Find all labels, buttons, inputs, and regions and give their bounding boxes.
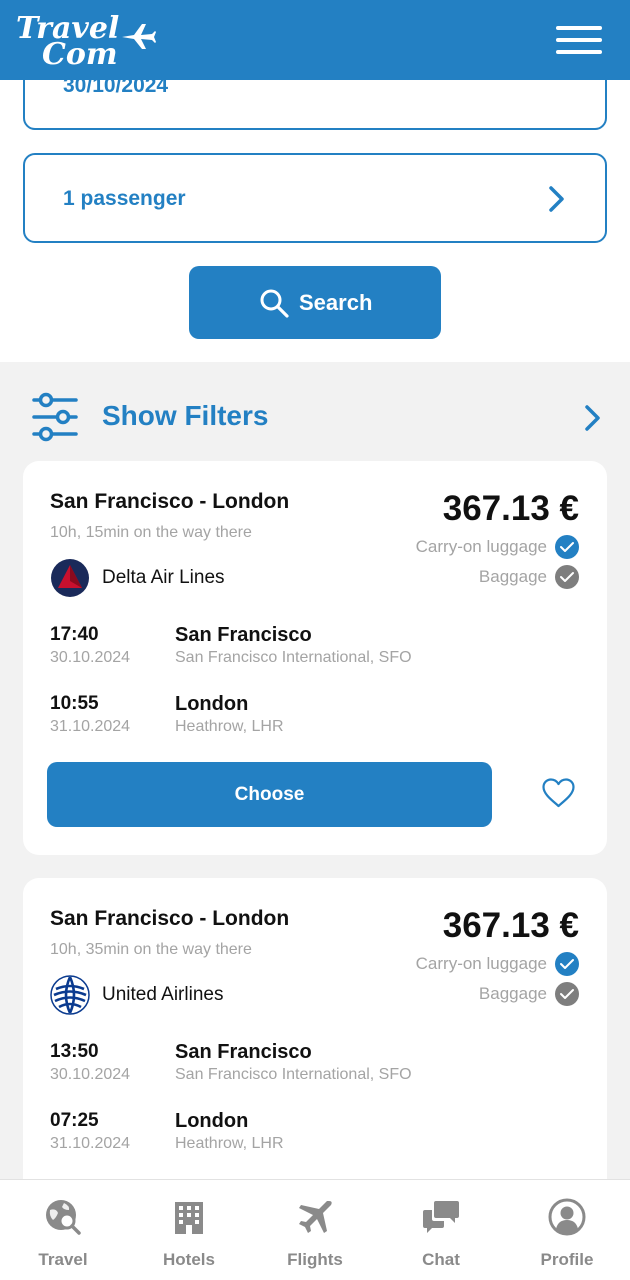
departure-city: San Francisco	[175, 624, 312, 646]
baggage-label: Baggage	[478, 984, 547, 1003]
arrival-time: 07:25	[50, 1110, 99, 1131]
tab-label: Travel	[38, 1250, 88, 1269]
tab-chat[interactable]: Chat	[378, 1180, 504, 1280]
departure-date: 30.10.2024	[50, 1066, 131, 1083]
flight-card[interactable]: San Francisco - London 10h, 15min on the…	[23, 461, 607, 855]
departure-airport: San Francisco International, SFO	[175, 1066, 412, 1083]
tab-hotels[interactable]: Hotels	[126, 1180, 252, 1280]
tab-label: Hotels	[163, 1250, 215, 1269]
check-circle-icon	[555, 535, 579, 559]
united-logo-icon	[50, 975, 90, 1015]
bottom-tab-bar: Travel Hotels Flights Chat Profile	[0, 1179, 630, 1280]
baggage-label: Baggage	[478, 567, 547, 586]
airplane-icon	[299, 1201, 332, 1233]
passengers-value: 1 passenger	[63, 187, 186, 210]
menu-button[interactable]	[556, 26, 602, 54]
departure-time: 17:40	[50, 624, 99, 645]
search-icon	[260, 289, 289, 318]
price: 367.13 €	[442, 489, 579, 528]
sliders-icon	[32, 392, 78, 442]
route-title: San Francisco - London	[50, 490, 290, 513]
arrival-airport: Heathrow, LHR	[175, 718, 284, 735]
arrival-airport: Heathrow, LHR	[175, 1135, 284, 1152]
search-button[interactable]: Search	[189, 266, 441, 339]
arrival-city: London	[175, 1110, 249, 1132]
check-circle-icon	[555, 982, 579, 1006]
travelcom-logo[interactable]: Travel Com	[16, 8, 166, 72]
carry-on-luggage-row: Carry-on luggage	[416, 535, 579, 559]
check-circle-icon	[555, 952, 579, 976]
departure-city: San Francisco	[175, 1041, 312, 1063]
tab-label: Profile	[540, 1250, 594, 1269]
chevron-right-icon	[585, 405, 600, 431]
route-title: San Francisco - London	[50, 907, 290, 930]
passengers-field[interactable]: 1 passenger	[23, 153, 607, 243]
baggage-row: Baggage	[479, 565, 579, 589]
carry-on-label: Carry-on luggage	[415, 954, 547, 973]
tab-flights[interactable]: Flights	[252, 1180, 378, 1280]
price: 367.13 €	[442, 906, 579, 945]
heart-icon[interactable]	[541, 777, 576, 809]
user-circle-icon	[548, 1198, 586, 1236]
tab-label: Chat	[422, 1250, 460, 1269]
airline-name: United Airlines	[102, 984, 224, 1005]
tab-travel[interactable]: Travel	[0, 1180, 126, 1280]
logo-line2: Com	[42, 37, 118, 72]
duration-text: 10h, 15min on the way there	[50, 524, 252, 541]
baggage-row: Baggage	[479, 982, 579, 1006]
tab-profile[interactable]: Profile	[504, 1180, 630, 1280]
duration-text: 10h, 35min on the way there	[50, 941, 252, 958]
logo-airplane-icon	[122, 24, 156, 49]
show-filters-row[interactable]: Show Filters	[0, 380, 630, 452]
check-circle-icon	[555, 565, 579, 589]
arrival-date: 31.10.2024	[50, 718, 131, 735]
carry-on-label: Carry-on luggage	[415, 537, 547, 556]
arrival-date: 31.10.2024	[50, 1135, 131, 1152]
choose-button[interactable]: Choose	[47, 762, 492, 827]
arrival-city: London	[175, 693, 249, 715]
carry-on-luggage-row: Carry-on luggage	[416, 952, 579, 976]
hotel-building-icon	[175, 1202, 203, 1234]
show-filters-label: Show Filters	[102, 400, 269, 431]
chevron-right-icon	[549, 186, 564, 212]
tab-label: Flights	[287, 1250, 343, 1269]
app-header: Travel Com	[0, 0, 630, 80]
search-button-label: Search	[299, 290, 373, 315]
departure-airport: San Francisco International, SFO	[175, 649, 412, 666]
chat-bubbles-icon	[423, 1201, 459, 1233]
departure-date: 30.10.2024	[50, 649, 131, 666]
departure-time: 13:50	[50, 1041, 99, 1062]
globe-search-icon	[46, 1200, 81, 1235]
delta-logo-icon	[51, 559, 89, 597]
airline-name: Delta Air Lines	[102, 567, 225, 588]
arrival-time: 10:55	[50, 693, 99, 714]
search-panel: 30/10/2024 1 passenger Search	[0, 66, 630, 362]
